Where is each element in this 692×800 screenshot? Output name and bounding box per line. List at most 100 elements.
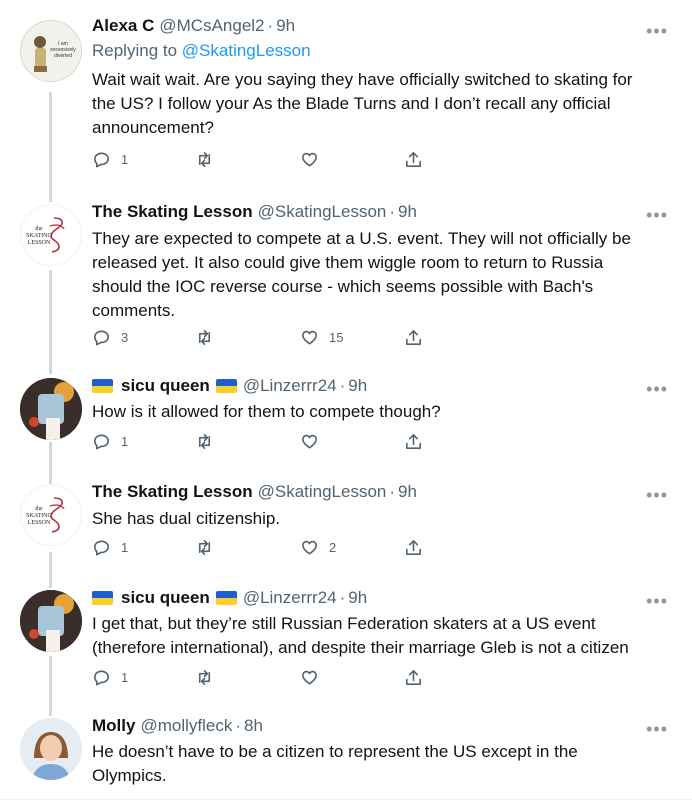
separator-dot: · [339, 588, 346, 607]
separator-dot: · [389, 482, 396, 501]
user-handle[interactable]: @Linzerrr24 [243, 586, 337, 610]
avatar[interactable]: the SKATING LESSON [20, 484, 82, 546]
like-button[interactable] [300, 150, 329, 169]
retweet-button[interactable] [195, 150, 214, 169]
reply-button[interactable]: 1 [92, 538, 128, 557]
tweet[interactable]: Molly @mollyfleck · 8h He doesn’t have t… [0, 706, 692, 800]
tweet-header: Molly @mollyfleck · 8h [92, 714, 656, 738]
display-name[interactable]: Molly [92, 714, 135, 738]
retweet-icon [198, 670, 211, 685]
tweet-actions: 3 15 [92, 328, 432, 350]
tweet[interactable]: sicu queen @Linzerrr24 · 9h How is it al… [0, 366, 692, 470]
tweet-text: She has dual citizenship. [92, 509, 281, 528]
timestamp[interactable]: 9h [276, 14, 295, 38]
ukraine-flag-icon [215, 379, 237, 393]
tweet-actions: 1 [92, 432, 432, 454]
tweet-text: How is it allowed for them to compete th… [92, 402, 441, 421]
timestamp[interactable]: 9h [398, 200, 417, 224]
user-handle[interactable]: @MCsAngel2 [159, 14, 264, 38]
avatar[interactable]: the SKATING LESSON [20, 204, 82, 266]
ukraine-flag-icon [92, 591, 113, 605]
like-count: 15 [329, 330, 344, 345]
tweet[interactable]: sicu queen @Linzerrr24 · 9h I get that, … [0, 578, 692, 706]
timestamp[interactable]: 8h [244, 714, 263, 738]
share-button[interactable] [404, 668, 423, 687]
more-icon[interactable]: ••• [646, 486, 668, 504]
avatar-photo [20, 590, 82, 652]
share-button[interactable] [404, 328, 423, 347]
reply-count: 1 [121, 540, 129, 555]
avatar[interactable] [20, 590, 82, 652]
avatar-caption: I am excessively diverted [50, 41, 76, 59]
ukraine-flag-icon [215, 591, 237, 605]
heart-icon [302, 670, 317, 685]
reply-button[interactable]: 1 [92, 668, 128, 687]
display-name[interactable]: Alexa C [92, 14, 154, 38]
like-button[interactable]: 2 [300, 538, 336, 557]
display-name[interactable]: sicu queen [121, 586, 210, 610]
share-button[interactable] [404, 150, 423, 169]
user-handle[interactable]: @SkatingLesson [258, 480, 387, 504]
user-handle[interactable]: @SkatingLesson [258, 200, 387, 224]
user-handle[interactable]: @mollyfleck [140, 714, 232, 738]
retweet-button[interactable] [195, 432, 214, 451]
timestamp[interactable]: 9h [348, 374, 367, 398]
reply-button[interactable]: 3 [92, 328, 128, 347]
timestamp[interactable]: 9h [398, 480, 417, 504]
reply-count: 1 [121, 152, 129, 167]
like-button[interactable] [300, 432, 329, 451]
tweet-text: I get that, but they’re still Russian Fe… [92, 614, 629, 657]
tweet-header: Alexa C @MCsAngel2 · 9h [92, 14, 656, 38]
like-button[interactable] [300, 668, 329, 687]
reply-button[interactable]: 1 [92, 150, 128, 169]
more-icon[interactable]: ••• [646, 380, 668, 398]
heart-icon [302, 540, 317, 555]
replying-to: Replying to @SkatingLesson [92, 40, 656, 62]
separator-dot: · [267, 16, 274, 35]
tweet-text: He doesn’t have to be a citizen to repre… [92, 742, 578, 785]
tweet-actions: 1 [92, 150, 432, 172]
tweet-thread: I am excessively diverted Alexa C @MCsAn… [0, 0, 692, 800]
avatar[interactable]: I am excessively diverted [20, 20, 82, 82]
share-icon [406, 152, 421, 167]
more-icon[interactable]: ••• [646, 22, 668, 40]
more-icon[interactable]: ••• [646, 720, 668, 738]
heart-icon [302, 434, 317, 449]
avatar-caption: the SKATING LESSON [26, 506, 52, 526]
timestamp[interactable]: 9h [348, 586, 367, 610]
tweet-header: The Skating Lesson @SkatingLesson · 9h [92, 480, 656, 504]
like-count: 2 [329, 540, 337, 555]
avatar[interactable] [20, 718, 82, 780]
retweet-button[interactable] [195, 328, 214, 347]
tweet[interactable]: I am excessively diverted Alexa C @MCsAn… [0, 0, 692, 190]
tweet-header: The Skating Lesson @SkatingLesson · 9h [92, 200, 656, 224]
avatar-photo [20, 718, 82, 780]
reply-count: 1 [121, 434, 129, 449]
retweet-button[interactable] [195, 538, 214, 557]
separator-dot: · [235, 716, 242, 735]
reply-icon [94, 152, 109, 168]
reply-icon [94, 434, 109, 450]
user-handle[interactable]: @Linzerrr24 [243, 374, 337, 398]
share-icon [406, 540, 421, 555]
share-button[interactable] [404, 432, 423, 451]
replying-to-link[interactable]: @SkatingLesson [182, 41, 311, 60]
display-name[interactable]: sicu queen [121, 374, 210, 398]
ukraine-flag-icon [92, 379, 113, 393]
separator-dot: · [389, 202, 396, 221]
separator-dot: · [339, 376, 346, 395]
tweet[interactable]: the SKATING LESSON The Skating Lesson @S… [0, 470, 692, 578]
avatar-caption: the SKATING LESSON [26, 226, 52, 246]
reply-icon [94, 670, 109, 686]
like-button[interactable]: 15 [300, 328, 343, 347]
avatar-photo [20, 378, 82, 440]
display-name[interactable]: The Skating Lesson [92, 200, 253, 224]
display-name[interactable]: The Skating Lesson [92, 480, 253, 504]
share-button[interactable] [404, 538, 423, 557]
retweet-button[interactable] [195, 668, 214, 687]
more-icon[interactable]: ••• [646, 592, 668, 610]
avatar[interactable] [20, 378, 82, 440]
more-icon[interactable]: ••• [646, 206, 668, 224]
tweet[interactable]: the SKATING LESSON The Skating Lesson @S… [0, 190, 692, 366]
reply-button[interactable]: 1 [92, 432, 128, 451]
